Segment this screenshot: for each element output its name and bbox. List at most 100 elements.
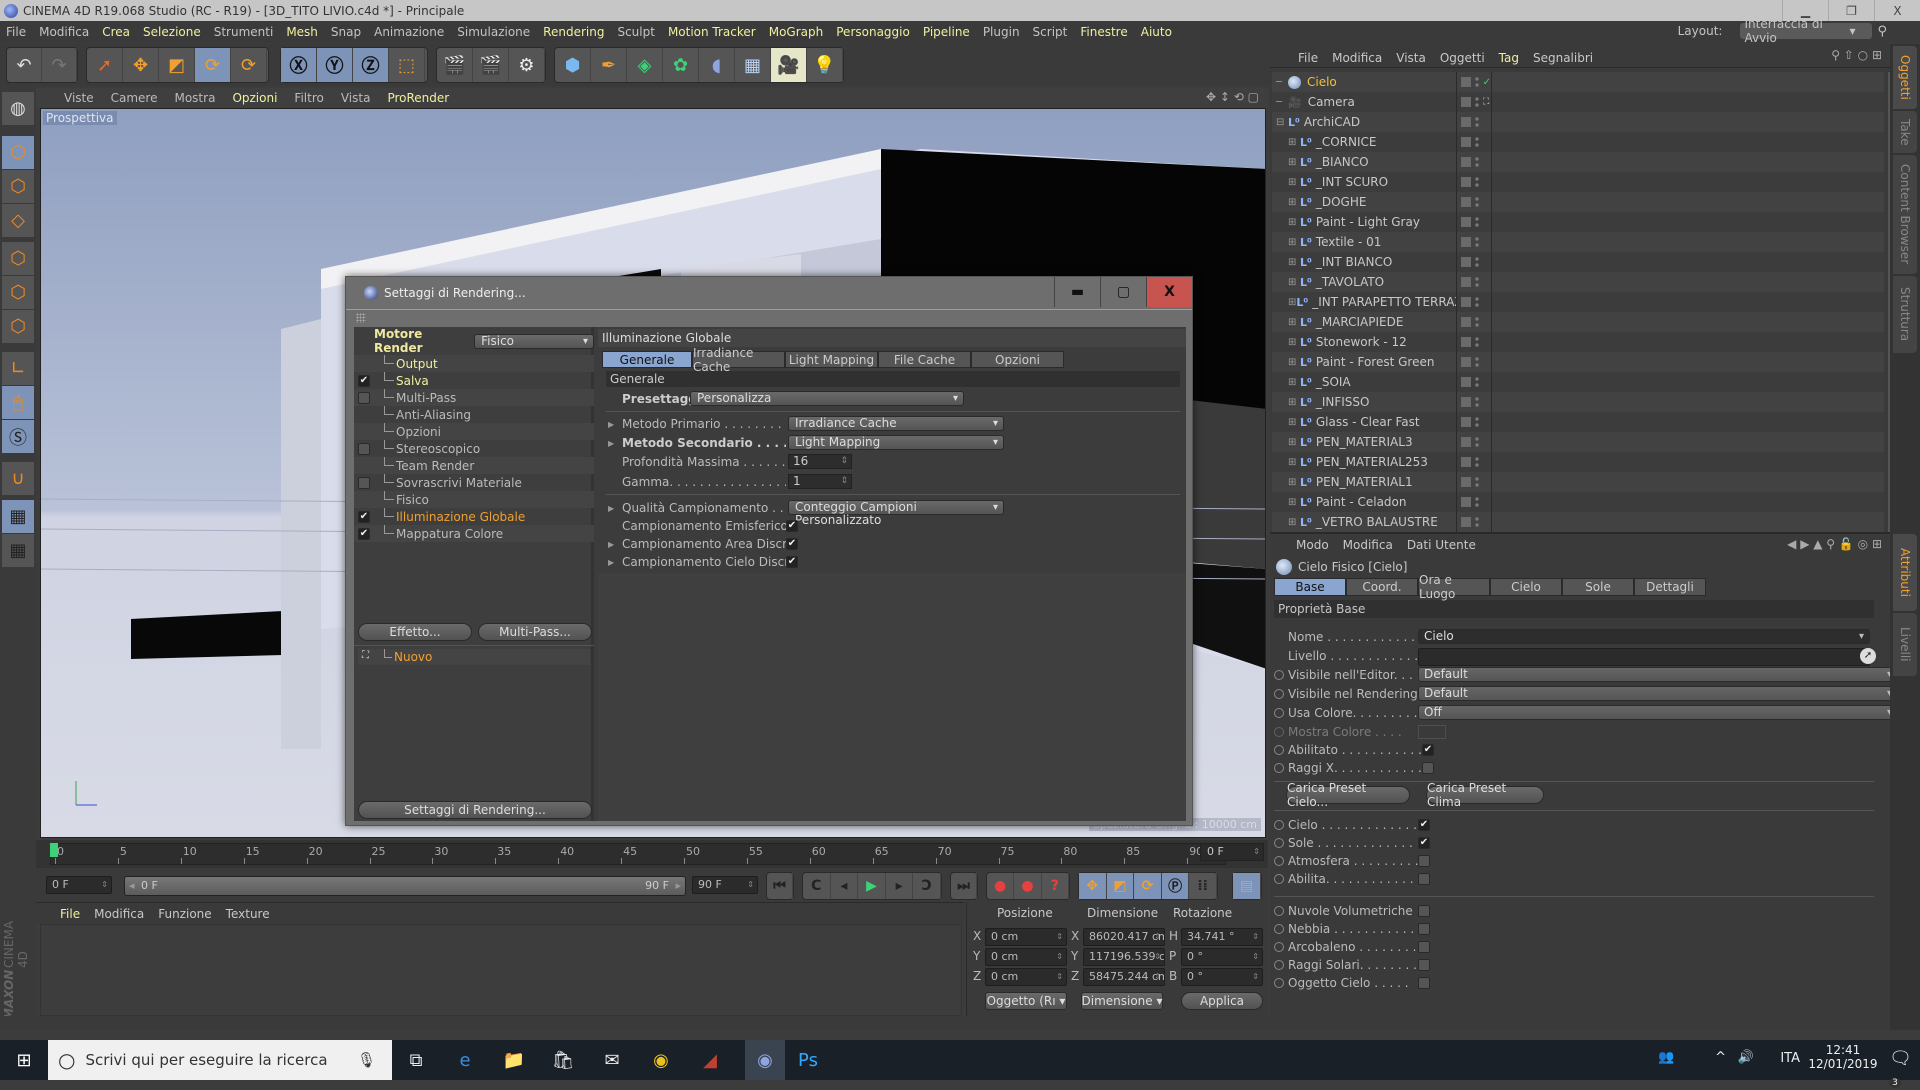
animate-radio[interactable] <box>1274 838 1284 848</box>
animate-radio[interactable] <box>1274 874 1284 884</box>
mail-icon[interactable]: ✉ <box>598 1048 626 1072</box>
viewport-menu-filtro[interactable]: Filtro <box>294 91 323 105</box>
visible-render-dropdown[interactable]: Default <box>1418 686 1898 701</box>
animate-radio[interactable] <box>1274 856 1284 866</box>
object-menu-file[interactable]: File <box>1298 51 1318 65</box>
animate-radio[interactable] <box>1274 960 1284 970</box>
render-setting-fisico[interactable]: Fisico <box>354 491 594 508</box>
viewport-menu-opzioni[interactable]: Opzioni <box>232 91 277 105</box>
menu-pipeline[interactable]: Pipeline <box>923 25 970 39</box>
viewport-menu-viste[interactable]: Viste <box>64 91 94 105</box>
rotate-icon[interactable]: ⟳ <box>195 48 231 82</box>
render-setting-sovrascrivi-materiale[interactable]: Sovrascrivi Materiale <box>354 474 594 491</box>
menu-selezione[interactable]: Selezione <box>143 25 201 39</box>
render-setting-stereoscopico[interactable]: Stereoscopico <box>354 440 594 457</box>
gi-preset-dropdown[interactable]: Personalizza <box>690 391 964 406</box>
menu-modifica[interactable]: Modifica <box>39 25 89 39</box>
render-settings-icon[interactable]: ⚙ <box>509 48 545 82</box>
size-x-field[interactable]: 86020.417 cm ⇕ <box>1083 928 1165 946</box>
enable-checkbox[interactable] <box>358 477 370 489</box>
object-row[interactable]: ⊞ L⁰ Glass - Clear Fast <box>1272 412 1884 432</box>
expand-icon[interactable]: ⊞ <box>1288 337 1300 348</box>
edit-toggle-icon[interactable] <box>1461 177 1471 187</box>
expand-icon[interactable]: ⊞ <box>1288 417 1300 428</box>
tab-ora-e-luogo[interactable]: Ora e Luogo <box>1418 573 1490 601</box>
viewport-menu-prorender[interactable]: ProRender <box>387 91 449 105</box>
edit-toggle-icon[interactable] <box>1461 317 1471 327</box>
object-row[interactable]: ⊞ L⁰ _SOIA <box>1272 372 1884 392</box>
edit-toggle-icon[interactable] <box>1461 277 1471 287</box>
edit-toggle-icon[interactable] <box>1461 217 1471 227</box>
primary-method-dropdown[interactable]: Irradiance Cache <box>788 416 1004 431</box>
load-sky-preset-button[interactable]: Carica Preset Cielo... <box>1286 781 1410 809</box>
object-row[interactable]: ⊞ L⁰ PEN_MATERIAL253 <box>1272 452 1884 472</box>
expand-icon[interactable]: ⊞ <box>1288 257 1300 268</box>
expand-icon[interactable]: ⊞ <box>1288 237 1300 248</box>
render-setting-illuminazione-globale[interactable]: ✔ Illuminazione Globale <box>354 508 594 525</box>
panel-grip-icon[interactable] <box>356 313 366 323</box>
max-depth-field[interactable]: 16 <box>788 454 852 469</box>
hemispherical-sampling-checkbox[interactable]: ✔ <box>786 520 798 532</box>
viewport-menu-vista[interactable]: Vista <box>341 91 371 105</box>
layer-field[interactable] <box>1418 648 1870 666</box>
visibility-dots-icon[interactable] <box>1475 96 1479 108</box>
visibility-dots-icon[interactable] <box>1475 356 1479 368</box>
edit-toggle-icon[interactable] <box>1461 497 1471 507</box>
render-picture-viewer-icon[interactable]: 🎬 <box>473 48 509 82</box>
size-y-field[interactable]: 117196.539 cı ⇕ <box>1083 948 1165 966</box>
name-field[interactable]: Cielo <box>1418 629 1870 644</box>
expand-icon[interactable]: ⊞ <box>1288 177 1300 188</box>
expand-icon[interactable]: ⊞ <box>1288 497 1300 508</box>
axis-mode-icon[interactable]: ∟ <box>2 352 34 386</box>
render-setting-multi-pass[interactable]: Multi-Pass <box>354 389 594 406</box>
animate-radio[interactable] <box>1274 708 1284 718</box>
render-setting-team-render[interactable]: Team Render <box>354 457 594 474</box>
visibility-dots-icon[interactable] <box>1475 216 1479 228</box>
size-z-field[interactable]: 58475.244 cm ⇕ <box>1083 968 1165 986</box>
edit-toggle-icon[interactable] <box>1461 137 1471 147</box>
light-icon[interactable]: 💡 <box>807 48 843 82</box>
edit-toggle-icon[interactable] <box>1461 417 1471 427</box>
auto-key-icon[interactable]: ● <box>1014 873 1042 899</box>
object-row[interactable]: ⊞ L⁰ _INFISSO <box>1272 392 1884 412</box>
size-mode-dropdown[interactable]: Dimensione ▾ <box>1081 992 1163 1010</box>
expand-icon[interactable]: ⊞ <box>1288 197 1300 208</box>
object-row[interactable]: ⊞ L⁰ Paint - Forest Green <box>1272 352 1884 372</box>
expand-arrow-icon[interactable]: ▶ <box>608 558 622 567</box>
option-checkbox[interactable]: ✔ <box>1418 837 1430 849</box>
edit-toggle-icon[interactable] <box>1461 257 1471 267</box>
expand-icon[interactable]: ⊞ <box>1288 157 1300 168</box>
visibility-dots-icon[interactable] <box>1475 176 1479 188</box>
rotation-p-field[interactable]: 0 ° ⇕ <box>1181 948 1263 966</box>
y-axis-icon[interactable]: Ⓨ <box>317 48 353 82</box>
enabled-checkbox[interactable]: ✔ <box>1422 744 1434 756</box>
visibility-dots-icon[interactable] <box>1475 476 1479 488</box>
discrete-area-sampling-checkbox[interactable]: ✔ <box>786 538 798 550</box>
language-indicator[interactable]: ITA <box>1780 1051 1800 1066</box>
cloner-icon[interactable]: ✿ <box>663 48 699 82</box>
cube-icon[interactable]: ⬢ <box>555 48 591 82</box>
object-row[interactable]: ⊞ L⁰ _VETRO BALAUSTRE <box>1272 512 1884 532</box>
apply-button[interactable]: Applica <box>1181 992 1263 1010</box>
option-checkbox[interactable] <box>1418 959 1430 971</box>
key-rotation-icon[interactable]: ⟳ <box>1134 873 1162 899</box>
record-key-icon[interactable]: ● <box>987 873 1015 899</box>
side-tab-livelli[interactable]: Livelli <box>1893 613 1917 676</box>
side-tab-attributi[interactable]: Attributi <box>1893 534 1917 611</box>
playhead[interactable] <box>50 843 58 857</box>
workplane-lock-icon[interactable]: ▦ <box>2 500 34 534</box>
edit-toggle-icon[interactable] <box>1461 77 1471 87</box>
menu-strumenti[interactable]: Strumenti <box>214 25 274 39</box>
material-menu-file[interactable]: File <box>60 907 80 921</box>
gamma-field[interactable]: 1 <box>788 474 852 489</box>
tweak-mode-icon[interactable]: 🖱 <box>2 386 34 420</box>
tab-sole[interactable]: Sole <box>1562 578 1634 596</box>
deformer-icon[interactable]: ◖ <box>699 48 735 82</box>
key-position-icon[interactable]: ✥ <box>1079 873 1107 899</box>
visibility-dots-icon[interactable] <box>1475 436 1479 448</box>
close-button[interactable]: X <box>1874 0 1920 21</box>
enable-checkbox[interactable]: ✔ <box>358 528 370 540</box>
enable-checkbox[interactable] <box>358 443 370 455</box>
render-settings-button[interactable]: Settaggi di Rendering... <box>358 801 592 819</box>
enable-checkbox[interactable]: ✔ <box>358 375 370 387</box>
